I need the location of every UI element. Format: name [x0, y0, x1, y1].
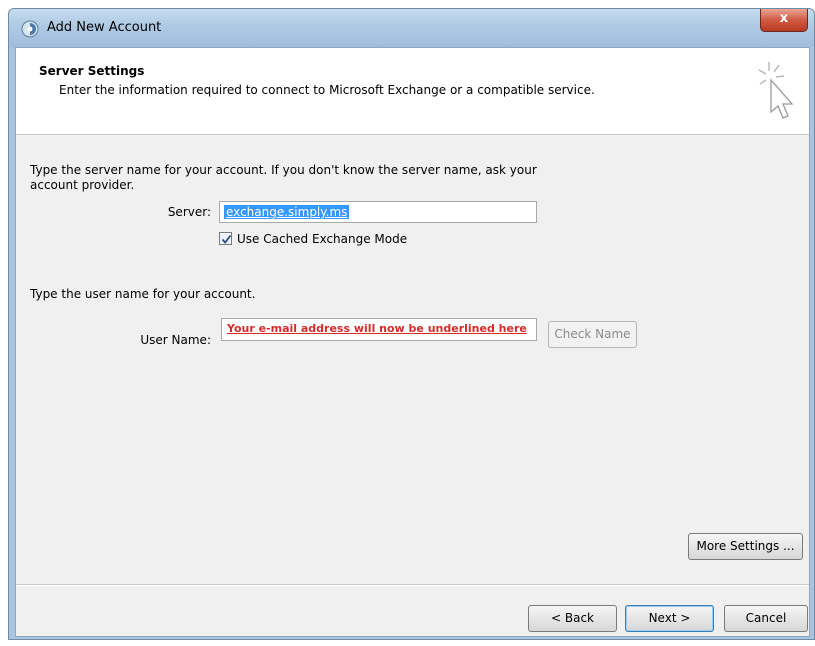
cached-mode-label[interactable]: Use Cached Exchange Mode	[237, 232, 407, 246]
page-title: Server Settings	[39, 64, 145, 78]
page-subtitle: Enter the information required to connec…	[59, 83, 595, 97]
dialog-content: Server Settings Enter the information re…	[15, 47, 810, 637]
title-bar[interactable]: Add New Account x	[9, 9, 814, 47]
server-input[interactable]: exchange.simply.ms	[219, 201, 537, 223]
checkmark-icon	[221, 234, 232, 244]
user-name-label: User Name:	[140, 333, 211, 347]
server-instruction: Type the server name for your account. I…	[30, 163, 537, 192]
outlook-icon	[21, 20, 39, 38]
footer-divider	[16, 584, 809, 586]
window-title: Add New Account	[47, 20, 162, 35]
header-panel: Server Settings Enter the information re…	[16, 48, 809, 135]
pointer-cursor-icon	[758, 62, 794, 119]
check-name-button[interactable]: Check Name	[548, 321, 637, 348]
close-button[interactable]: x	[760, 9, 808, 32]
close-icon: x	[779, 11, 789, 26]
cached-mode-checkbox[interactable]	[219, 232, 232, 245]
user-instruction: Type the user name for your account.	[30, 287, 256, 301]
user-name-value: Your e-mail address will now be underlin…	[227, 322, 527, 335]
add-account-dialog: Add New Account x Server Settings Enter …	[8, 8, 815, 640]
server-label: Server:	[167, 205, 211, 219]
more-settings-button[interactable]: More Settings ...	[688, 533, 803, 560]
server-value: exchange.simply.ms	[224, 205, 350, 219]
next-button[interactable]: Next >	[625, 605, 714, 632]
user-name-input[interactable]: Your e-mail address will now be underlin…	[221, 318, 537, 341]
back-button[interactable]: < Back	[528, 605, 617, 632]
cancel-button[interactable]: Cancel	[724, 605, 808, 632]
